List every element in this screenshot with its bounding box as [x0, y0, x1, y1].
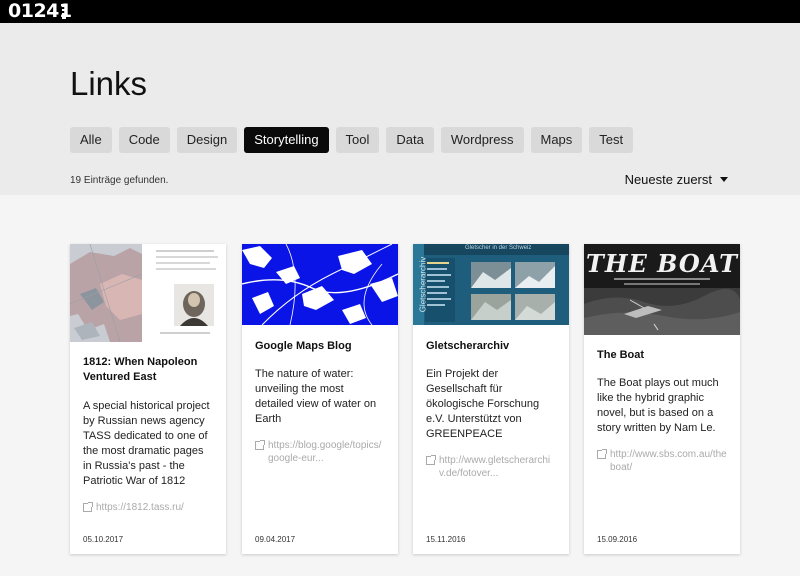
card-title[interactable]: The Boat [597, 348, 727, 363]
card-description: The Boat plays out much like the hybrid … [597, 377, 719, 434]
card-title[interactable]: 1812: When Napoleon Ventured East [83, 355, 213, 385]
filter-data[interactable]: Data [386, 127, 434, 153]
thumbnail-side-label: Gletscherarchiv [418, 256, 428, 313]
external-link-icon [597, 449, 607, 459]
page-title: Links [70, 65, 148, 102]
card-link-url: https://blog.google/topics/google-eur... [268, 440, 382, 464]
the-boat-thumbnail: THE BOAT [584, 244, 740, 335]
filter-test[interactable]: Test [589, 127, 634, 153]
filter-maps[interactable]: Maps [530, 127, 583, 153]
filter-wordpress[interactable]: Wordpress [440, 127, 524, 153]
thumbnail-header-text: Gletscher in der Schweiz [465, 245, 532, 251]
card-link[interactable]: https://1812.tass.ru/ [83, 501, 213, 514]
card-title[interactable]: Google Maps Blog [255, 339, 385, 354]
card-link[interactable]: http://www.sbs.com.au/theboat/ [597, 448, 727, 474]
sort-label: Neueste zuerst [624, 172, 712, 187]
thumbnail-title: THE BOAT [586, 249, 738, 278]
card-link[interactable]: http://www.gletscherarchiv.de/fotover... [426, 454, 556, 480]
card-description: The nature of water: unveiling the most … [255, 368, 377, 425]
link-card[interactable]: Gletscher in der Schweiz Gletscherarchiv… [413, 244, 569, 554]
card-date: 05.10.2017 [83, 535, 124, 544]
card-link-url: https://1812.tass.ru/ [96, 502, 184, 513]
page-header: Links Alle Code Design Storytelling Tool… [0, 23, 800, 195]
filter-bar: Alle Code Design Storytelling Tool Data … [70, 127, 640, 153]
card-description: Ein Projekt der Gesellschaft für ökologi… [426, 368, 540, 440]
link-card[interactable]: 1812: When Napoleon Ventured East A spec… [70, 244, 226, 554]
card-title[interactable]: Gletscherarchiv [426, 339, 556, 354]
filter-storytelling[interactable]: Storytelling [244, 127, 329, 153]
filter-tool[interactable]: Tool [335, 127, 380, 153]
top-bar: 01241 [0, 0, 800, 23]
link-card[interactable]: THE BOAT The Boat The Boat plays out muc… [584, 244, 740, 554]
external-link-icon [255, 440, 265, 450]
card-date: 15.09.2016 [597, 535, 638, 544]
link-card[interactable]: Google Maps Blog The nature of water: un… [242, 244, 398, 554]
filter-alle[interactable]: Alle [70, 127, 112, 153]
card-link-url: http://www.sbs.com.au/theboat/ [610, 449, 727, 473]
caret-down-icon [720, 177, 728, 182]
card-description: A special historical project by Russian … [83, 400, 210, 487]
napoleon-map-thumbnail [70, 244, 226, 342]
filter-code[interactable]: Code [118, 127, 170, 153]
bars-icon [62, 5, 66, 19]
card-link[interactable]: https://blog.google/topics/google-eur... [255, 439, 385, 465]
sort-dropdown[interactable]: Neueste zuerst [625, 172, 728, 187]
external-link-icon [426, 455, 436, 465]
card-date: 09.04.2017 [255, 535, 296, 544]
water-map-thumbnail [242, 244, 398, 325]
external-link-icon [83, 502, 93, 512]
card-link-url: http://www.gletscherarchiv.de/fotover... [439, 455, 551, 479]
glacier-archive-thumbnail: Gletscher in der Schweiz Gletscherarchiv [413, 244, 569, 325]
filter-design[interactable]: Design [176, 127, 238, 153]
results-count: 19 Einträge gefunden. [70, 175, 169, 186]
card-date: 15.11.2016 [426, 535, 466, 544]
